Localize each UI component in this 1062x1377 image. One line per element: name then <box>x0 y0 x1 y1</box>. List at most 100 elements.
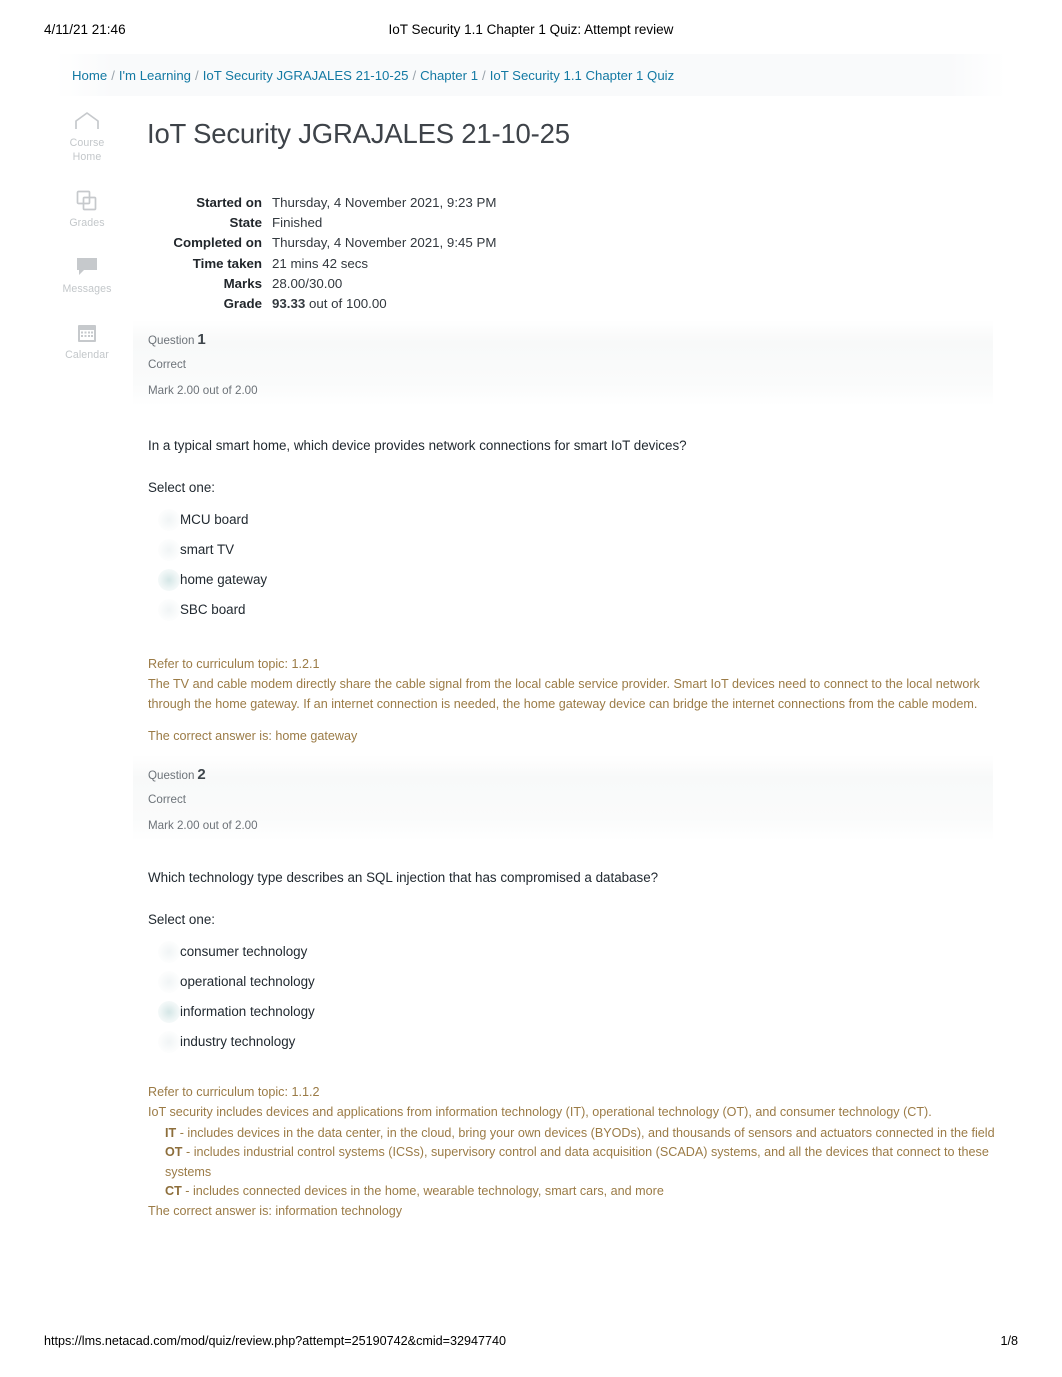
print-title: IoT Security 1.1 Chapter 1 Quiz: Attempt… <box>388 22 674 37</box>
summary-key: State <box>229 215 262 231</box>
answer-option-label: MCU board <box>180 512 249 527</box>
calendar-icon <box>54 318 120 348</box>
breadcrumb-separator: / <box>412 68 417 83</box>
question-number-value: 2 <box>197 766 206 783</box>
breadcrumb-link-1[interactable]: I'm Learning <box>119 68 191 83</box>
course-nav-rail: Course Home Grades Messages Calendar <box>54 106 120 384</box>
answer-options: MCU board smart TV home gateway SBC board <box>148 505 1008 625</box>
feedback-bullet-list: IT - includes devices in the data center… <box>148 1124 1008 1202</box>
question-state: Correct <box>148 358 187 371</box>
print-header: 4/11/21 21:46 IoT Security 1.1 Chapter 1… <box>0 22 1062 42</box>
question-feedback: Refer to curriculum topic: 1.1.2 IoT secu… <box>148 1083 1008 1222</box>
breadcrumb-separator: / <box>111 68 115 83</box>
answer-option[interactable]: SBC board <box>148 595 1008 625</box>
question-info: Question 1 Correct Mark 2.00 out of 2.00 <box>148 320 848 398</box>
question-state: Correct <box>148 793 187 806</box>
sidebar-item-label: Course <box>69 137 105 149</box>
answer-option[interactable]: home gateway <box>148 565 1008 595</box>
breadcrumb-link-3[interactable]: Chapter 1 <box>420 68 478 83</box>
answer-option-label: smart TV <box>180 542 235 557</box>
answer-option[interactable]: MCU board <box>148 505 1008 535</box>
feedback-bullet-item: OT - includes industrial control systems… <box>165 1145 989 1179</box>
home-icon <box>54 106 120 136</box>
sidebar-item-label: Messages <box>62 283 112 295</box>
select-one-label: Select one: <box>148 912 215 927</box>
sidebar-item-label: Grades <box>69 217 105 229</box>
summary-value: 28.00/30.00 <box>272 275 343 291</box>
breadcrumb-link-0[interactable]: Home <box>72 68 107 83</box>
summary-key: Completed on <box>173 235 262 251</box>
breadcrumb-separator: / <box>482 68 486 83</box>
messages-icon <box>54 252 120 282</box>
feedback-topic: Refer to curriculum topic: 1.2.1 <box>148 657 320 671</box>
answer-option[interactable]: operational technology <box>148 967 1008 997</box>
answer-option-label: SBC board <box>180 602 246 617</box>
sidebar-item-calendar[interactable]: Calendar <box>54 318 120 362</box>
question-text: Which technology type describes an SQL i… <box>148 870 659 885</box>
answer-option[interactable]: information technology <box>148 997 1008 1027</box>
answer-option[interactable]: consumer technology <box>148 937 1008 967</box>
feedback-bullet-term: IT <box>165 1125 177 1140</box>
summary-row: Completed on Thursday, 4 November 2021, 9… <box>147 233 667 253</box>
summary-row: Grade 93.33 out of 100.00 <box>147 294 667 314</box>
page-title: IoT Security JGRAJALES 21-10-25 <box>147 118 570 149</box>
radio-button[interactable] <box>158 599 180 621</box>
feedback-paragraph: IoT security includes devices and applic… <box>148 1105 932 1120</box>
sidebar-item-messages[interactable]: Messages <box>54 252 120 296</box>
radio-button[interactable] <box>158 941 180 963</box>
sidebar-item-grades[interactable]: Grades <box>54 186 120 230</box>
summary-value: Thursday, 4 November 2021, 9:45 PM <box>272 235 497 251</box>
radio-button-selected[interactable] <box>158 569 180 591</box>
summary-key: Time taken <box>192 255 262 271</box>
summary-row: Marks 28.00/30.00 <box>147 274 667 294</box>
answer-options: consumer technology operational technolog… <box>148 937 1008 1057</box>
feedback-bullet-term: OT <box>165 1145 183 1160</box>
summary-row: Time taken 21 mins 42 secs <box>147 254 667 274</box>
answer-option[interactable]: industry technology <box>148 1027 1008 1057</box>
answer-option-label: consumer technology <box>180 944 308 959</box>
question-body: Which technology type describes an SQL i… <box>148 868 1008 1222</box>
grades-icon <box>54 186 120 216</box>
question-mark: Mark 2.00 out of 2.00 <box>148 819 258 832</box>
question-number-value: 1 <box>197 331 206 348</box>
feedback-bullet-item: IT - includes devices in the data center… <box>165 1125 995 1140</box>
attempt-summary: Started on Thursday, 4 November 2021, 9:2… <box>147 193 667 314</box>
summary-key: Grade <box>223 296 262 312</box>
radio-button[interactable] <box>158 1031 180 1053</box>
question-feedback: Refer to curriculum topic: 1.2.1 The TV a… <box>148 655 1008 747</box>
select-one-label: Select one: <box>148 480 215 495</box>
summary-row: Started on Thursday, 4 November 2021, 9:2… <box>147 193 667 213</box>
question-number: Question 1 <box>148 331 206 348</box>
feedback-bullet-item: CT - includes connected devices in the h… <box>165 1184 664 1199</box>
radio-button-selected[interactable] <box>158 1001 180 1023</box>
answer-option-label: information technology <box>180 1004 315 1019</box>
summary-row: State Finished <box>147 213 667 233</box>
feedback-bullet-term: CT <box>165 1184 182 1199</box>
radio-button[interactable] <box>158 539 180 561</box>
question-mark: Mark 2.00 out of 2.00 <box>148 384 258 397</box>
answer-option[interactable]: smart TV <box>148 535 1008 565</box>
feedback-correct-answer: The correct answer is: home gateway <box>148 729 358 744</box>
sidebar-item-course-home[interactable]: Course Home <box>54 106 120 164</box>
breadcrumb: Home / I'm Learning / IoT Security JGRAJALES… <box>72 68 674 84</box>
feedback-topic: Refer to curriculum topic: 1.1.2 <box>148 1085 320 1099</box>
feedback-paragraph: The TV and cable modem directly share th… <box>148 677 980 711</box>
question-text: In a typical smart home, which device pr… <box>148 438 687 453</box>
breadcrumb-link-2[interactable]: IoT Security JGRAJALES 21-10-25 <box>203 68 409 83</box>
summary-key: Started on <box>196 195 262 210</box>
summary-value: 21 mins 42 secs <box>272 255 369 271</box>
sidebar-item-label-2: Home <box>72 151 102 163</box>
answer-option-label: home gateway <box>180 572 268 587</box>
radio-button[interactable] <box>158 509 180 531</box>
question-body: In a typical smart home, which device pr… <box>148 436 1008 747</box>
sidebar-item-label: Calendar <box>65 349 109 361</box>
footer-url: https://lms.netacad.com/mod/quiz/review.… <box>44 1334 507 1348</box>
quiz-review-page: 4/11/21 21:46 IoT Security 1.1 Chapter 1… <box>0 0 1062 1377</box>
radio-button[interactable] <box>158 971 180 993</box>
summary-key: Marks <box>223 275 262 291</box>
summary-value: Finished <box>272 215 323 231</box>
question-number: Question 2 <box>148 766 206 783</box>
breadcrumb-separator: / <box>195 68 199 83</box>
question-info: Question 2 Correct Mark 2.00 out of 2.00 <box>148 755 848 833</box>
breadcrumb-link-4[interactable]: IoT Security 1.1 Chapter 1 Quiz <box>490 68 674 83</box>
